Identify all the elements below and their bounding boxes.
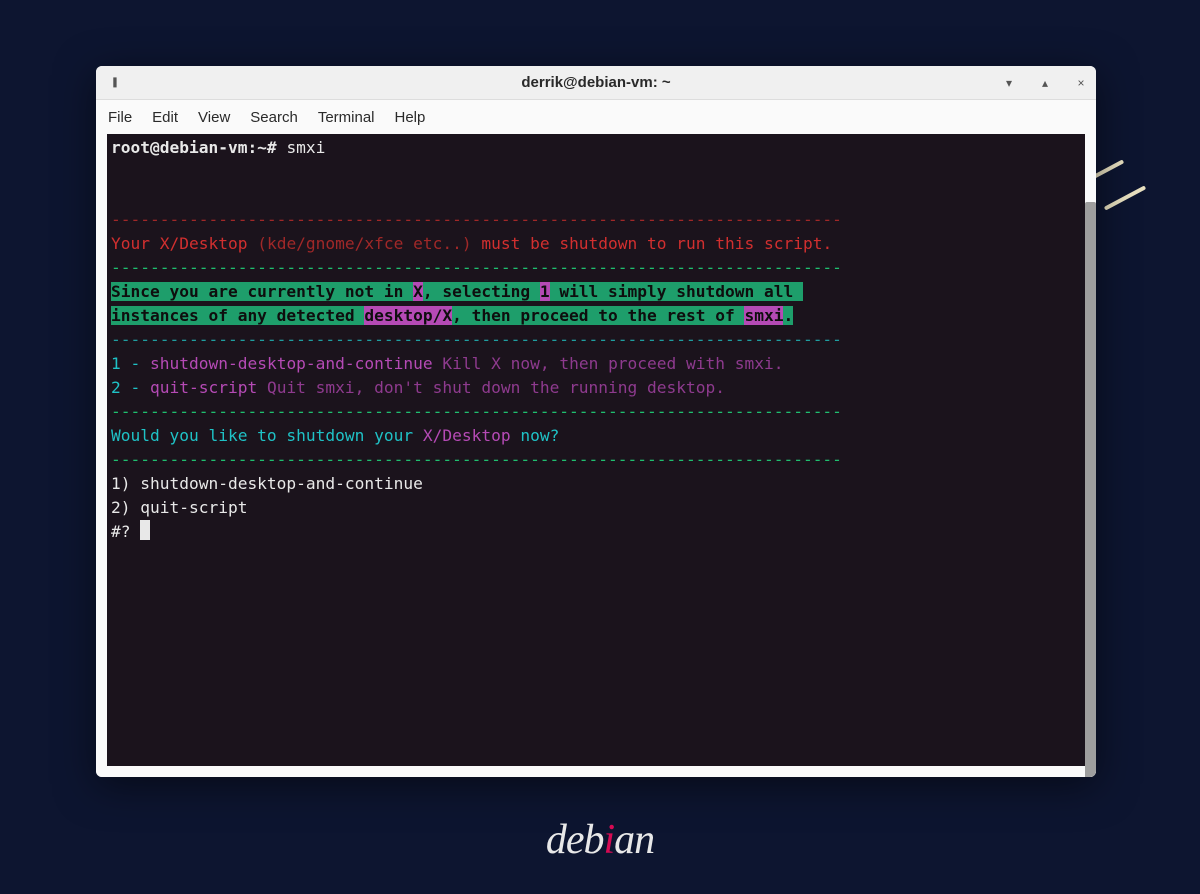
q1a: Would you like to shutdown your bbox=[111, 426, 423, 445]
menu-help[interactable]: Help bbox=[395, 109, 426, 126]
maximize-button[interactable]: ▴ bbox=[1038, 76, 1052, 90]
divider-cyan-1: ----------------------------------------… bbox=[111, 330, 842, 349]
opt2d: Quit smxi, don't shut down the running d… bbox=[257, 378, 725, 397]
info1d: 1 bbox=[540, 282, 550, 301]
divider-green-2: ----------------------------------------… bbox=[111, 402, 842, 421]
info2a: instances of any detected bbox=[111, 306, 364, 325]
prompt-text: root@debian-vm:~# bbox=[111, 138, 286, 157]
menu-file[interactable]: File bbox=[108, 109, 132, 126]
info2b: desktop/X bbox=[364, 306, 452, 325]
logo-text-before: deb bbox=[546, 816, 604, 864]
msg-line1c: (kde/gnome/xfce etc..) bbox=[257, 234, 471, 253]
command-text: smxi bbox=[286, 138, 325, 157]
terminal-output[interactable]: root@debian-vm:~# smxi -----------------… bbox=[107, 134, 1085, 766]
info2e: . bbox=[783, 306, 793, 325]
opt2c: quit-script bbox=[150, 378, 257, 397]
info1b: X bbox=[413, 282, 423, 301]
menu-view[interactable]: View bbox=[198, 109, 230, 126]
msg-line1d: must be shutdown to run this script. bbox=[472, 234, 833, 253]
window-menu-icon[interactable]: ❚ bbox=[108, 76, 122, 90]
menubar: File Edit View Search Terminal Help bbox=[96, 100, 1096, 134]
logo-text-after: an bbox=[614, 816, 654, 864]
opt1b: - bbox=[121, 354, 150, 373]
q1c: now? bbox=[511, 426, 560, 445]
logo-dot: i bbox=[603, 816, 614, 864]
divider-green-3: ----------------------------------------… bbox=[111, 450, 842, 469]
titlebar[interactable]: ❚ derrik@debian-vm: ~ ▾ ▴ × bbox=[96, 66, 1096, 100]
msg-line1a: Your bbox=[111, 234, 160, 253]
input-prompt: #? bbox=[111, 522, 140, 541]
opt2b: - bbox=[121, 378, 150, 397]
cursor-block-icon[interactable] bbox=[140, 520, 150, 540]
info1c: , selecting bbox=[423, 282, 540, 301]
menu-search[interactable]: Search bbox=[250, 109, 298, 126]
selection-1: 1) shutdown-desktop-and-continue bbox=[111, 474, 423, 493]
opt2a: 2 bbox=[111, 378, 121, 397]
divider-red: ----------------------------------------… bbox=[111, 210, 842, 229]
selection-2: 2) quit-script bbox=[111, 498, 247, 517]
scrollbar-thumb[interactable] bbox=[1085, 202, 1096, 777]
terminal-scrollbar[interactable] bbox=[1085, 202, 1096, 777]
window-title: derrik@debian-vm: ~ bbox=[521, 74, 670, 91]
minimize-button[interactable]: ▾ bbox=[1002, 76, 1016, 90]
terminal-container: root@debian-vm:~# smxi -----------------… bbox=[96, 134, 1096, 777]
divider-green-1: ----------------------------------------… bbox=[111, 258, 842, 277]
q1b: X/Desktop bbox=[423, 426, 511, 445]
info1a: Since you are currently not in bbox=[111, 282, 413, 301]
menu-terminal[interactable]: Terminal bbox=[318, 109, 375, 126]
msg-line1b: X/Desktop bbox=[160, 234, 257, 253]
opt1d: Kill X now, then proceed with smxi. bbox=[433, 354, 784, 373]
terminal-window: ❚ derrik@debian-vm: ~ ▾ ▴ × File Edit Vi… bbox=[96, 66, 1096, 777]
window-controls: ▾ ▴ × bbox=[1002, 76, 1088, 90]
opt1a: 1 bbox=[111, 354, 121, 373]
menu-edit[interactable]: Edit bbox=[152, 109, 178, 126]
debian-logo: debian bbox=[546, 816, 654, 864]
info1e: will simply shutdown all bbox=[550, 282, 803, 301]
close-button[interactable]: × bbox=[1074, 76, 1088, 90]
info2c: , then proceed to the rest of bbox=[452, 306, 744, 325]
opt1c: shutdown-desktop-and-continue bbox=[150, 354, 433, 373]
info2d: smxi bbox=[744, 306, 783, 325]
